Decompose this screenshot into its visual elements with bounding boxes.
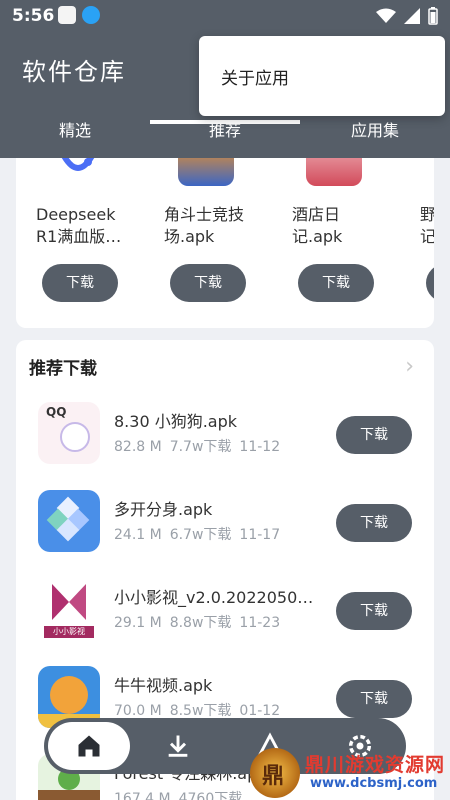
download-button[interactable]: 下载 xyxy=(298,264,374,302)
tab-indicator xyxy=(150,120,300,124)
download-notification-icon xyxy=(82,6,100,24)
watermark-logo-text: 鼎 xyxy=(262,764,285,789)
download-button[interactable]: 下载 xyxy=(336,504,412,542)
app-name: 8.30 小狗狗.apk xyxy=(114,412,238,431)
app-downloads: 6.7w下载 xyxy=(169,527,232,543)
app-icon xyxy=(178,158,234,186)
app-downloads: 7.7w下载 xyxy=(169,439,232,455)
featured-card: Deepseek R1满血版… 下载 角斗士竞技 场.apk 下载 酒店日 记.… xyxy=(16,158,434,328)
list-item[interactable]: 多开分身.apk 24.1 M 6.7w下载 11-17 下载 xyxy=(16,490,434,570)
status-indicators xyxy=(376,7,438,25)
signal-icon xyxy=(404,8,420,24)
app-icon xyxy=(50,158,106,186)
app-meta: 82.8 M 7.7w下载 11-12 xyxy=(114,436,288,456)
download-button[interactable]: 下载 xyxy=(170,264,246,302)
menu-item-about[interactable]: 关于应用 xyxy=(221,64,289,89)
download-button[interactable]: 下载 xyxy=(42,264,118,302)
download-button[interactable]: 下载 xyxy=(336,416,412,454)
app-size: 24.1 M xyxy=(114,527,162,543)
app-size: 70.0 M xyxy=(114,703,162,719)
app-date: 11-12 xyxy=(239,439,281,455)
list-item[interactable]: QQ 8.30 小狗狗.apk 82.8 M 7.7w下载 11-12 下载 xyxy=(16,402,434,482)
app-meta: 167.4 M 4760下载 xyxy=(114,788,258,800)
content-area[interactable]: Deepseek R1满血版… 下载 角斗士竞技 场.apk 下载 酒店日 记.… xyxy=(0,158,450,800)
app-date: 01-12 xyxy=(239,703,281,719)
home-icon xyxy=(78,735,100,757)
app-name: 小小影视_v2.0.2022050… xyxy=(114,588,314,607)
tab-collections[interactable]: 应用集 xyxy=(300,116,450,154)
watermark-title: 鼎川游戏资源网 xyxy=(305,754,446,776)
download-button[interactable]: 下载 xyxy=(336,592,412,630)
overflow-menu: 关于应用 xyxy=(199,36,445,116)
status-bar: 5:56 xyxy=(0,0,450,34)
tab-featured[interactable]: 精选 xyxy=(0,116,150,154)
app-icon xyxy=(38,490,100,552)
watermark-logo: 鼎 xyxy=(250,748,300,798)
app-name: Deepseek R1满血版… xyxy=(36,205,122,246)
app-size: 167.4 M xyxy=(114,791,171,800)
app-icon-label: 小小影视 xyxy=(44,626,94,638)
app-meta: 29.1 M 8.8w下载 11-23 xyxy=(114,612,288,632)
section-title: 推荐下载 xyxy=(29,359,97,379)
download-icon[interactable] xyxy=(164,732,192,760)
app-name: 角斗士竞技 场.apk xyxy=(164,205,245,246)
download-button[interactable] xyxy=(426,264,434,302)
app-icon: 小小影视 xyxy=(38,578,100,640)
app-size: 82.8 M xyxy=(114,439,162,455)
app-date: 11-23 xyxy=(239,615,281,631)
app-meta: 24.1 M 6.7w下载 11-17 xyxy=(114,524,288,544)
download-button[interactable]: 下载 xyxy=(336,680,412,718)
status-time: 5:56 xyxy=(12,6,55,26)
app-downloads: 4760下载 xyxy=(178,791,243,800)
app-name: 酒店日 记.apk xyxy=(292,205,343,246)
chevron-right-icon[interactable]: › xyxy=(405,354,414,379)
notification-app-icon xyxy=(58,6,76,24)
app-name: 野 记 xyxy=(420,205,434,246)
wifi-icon xyxy=(376,8,396,23)
app-size: 29.1 M xyxy=(114,615,162,631)
app-title: 软件仓库 xyxy=(22,58,126,86)
watermark-url: www.dcbsmj.com xyxy=(310,776,438,791)
app-name: 牛牛视频.apk xyxy=(114,676,213,695)
app-icon: QQ xyxy=(38,402,100,464)
app-meta: 70.0 M 8.5w下载 01-12 xyxy=(114,700,288,720)
battery-icon xyxy=(428,7,438,25)
app-downloads: 8.5w下载 xyxy=(169,703,232,719)
app-downloads: 8.8w下载 xyxy=(169,615,232,631)
list-item[interactable]: 小小影视 小小影视_v2.0.2022050… 29.1 M 8.8w下载 11-2… xyxy=(16,578,434,658)
app-icon xyxy=(306,158,362,186)
app-icon-label: QQ xyxy=(46,405,67,419)
nav-home[interactable] xyxy=(48,722,130,770)
app-date: 11-17 xyxy=(239,527,281,543)
app-name: 多开分身.apk xyxy=(114,500,213,519)
watermark: 鼎 鼎川游戏资源网 www.dcbsmj.com xyxy=(250,748,450,800)
